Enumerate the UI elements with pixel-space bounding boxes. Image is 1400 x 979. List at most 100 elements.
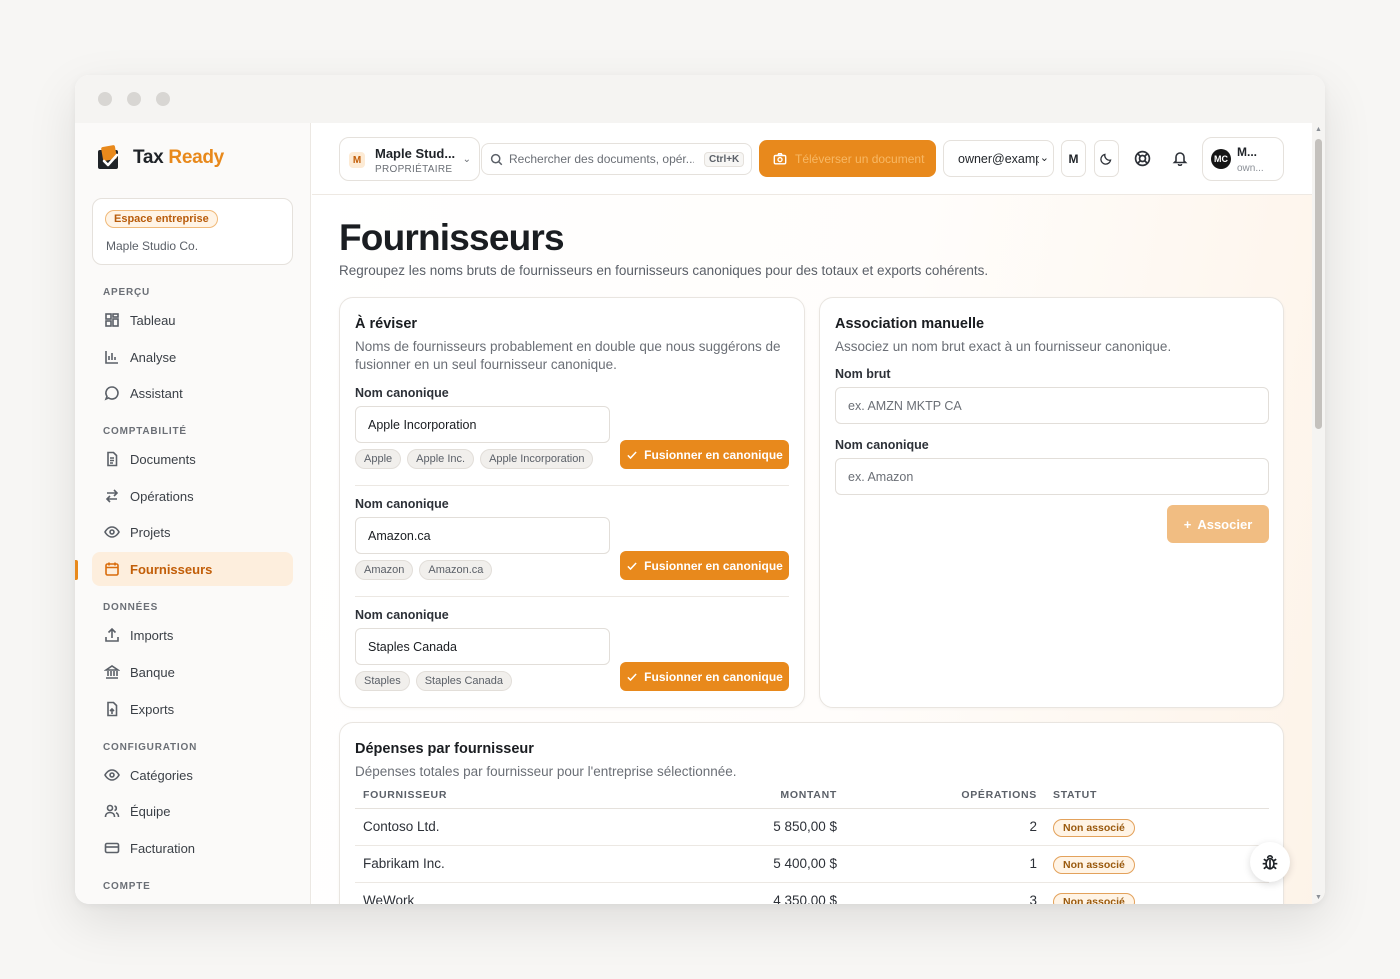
- associate-label: Associer: [1197, 516, 1253, 532]
- notifications-button[interactable]: [1170, 148, 1190, 168]
- app-name: Tax Ready: [133, 147, 224, 169]
- profile-menu[interactable]: MC M... own...: [1202, 137, 1284, 181]
- raw-name-label: Nom brut: [835, 367, 891, 381]
- sidebar-item-label: Exports: [130, 701, 175, 717]
- company-switcher[interactable]: M Maple Stud... PROPRIÉTAIRE ⌄: [339, 137, 480, 181]
- check-icon: [627, 561, 637, 570]
- canonical-name-input[interactable]: Amazon.ca: [355, 517, 610, 554]
- sidebar-item-label: Assistant: [130, 385, 183, 401]
- sidebar-item-operations[interactable]: Opérations: [92, 479, 293, 513]
- associate-button[interactable]: + Associer: [1167, 505, 1269, 543]
- app-name-accent: Ready: [168, 147, 224, 168]
- eye-icon: [104, 526, 120, 538]
- window-close-dot[interactable]: [98, 92, 112, 106]
- canonical-name-input[interactable]: ex. Amazon: [835, 458, 1269, 495]
- sidebar-item-label: Opérations: [130, 488, 194, 504]
- sidebar-item-label: Documents: [130, 451, 196, 467]
- column-header-vendor[interactable]: FOURNISSEUR: [355, 783, 685, 809]
- avatar: MC: [1211, 149, 1231, 169]
- language-toggle[interactable]: M: [1061, 140, 1086, 177]
- canonical-name-label: Nom canonique: [835, 438, 929, 452]
- scroll-down-arrow-icon[interactable]: ▼: [1315, 894, 1322, 901]
- sidebar-item-assistant[interactable]: Assistant: [92, 376, 293, 410]
- search-input[interactable]: Rechercher des documents, opér... Ctrl+K: [481, 143, 752, 175]
- chat-bubble-icon: [104, 386, 119, 401]
- moon-icon: [1100, 153, 1112, 165]
- variant-chip: Staples Canada: [415, 671, 512, 691]
- column-header-operations[interactable]: OPÉRATIONS: [845, 783, 1045, 809]
- sidebar-item-analyse[interactable]: Analyse: [92, 340, 293, 374]
- help-button[interactable]: [1132, 148, 1152, 168]
- enterprise-name: Maple Studio Co.: [106, 239, 199, 253]
- merge-canonical-button[interactable]: Fusionner en canonique: [620, 662, 789, 691]
- main-content: M Maple Stud... PROPRIÉTAIRE ⌄ Recherche…: [312, 123, 1325, 904]
- bell-icon: [1172, 152, 1188, 166]
- spend-description: Dépenses totales par fournisseur pour l'…: [355, 764, 737, 779]
- sidebar-item-facturation[interactable]: Facturation: [92, 831, 293, 865]
- status-cell: Non associé: [1045, 845, 1269, 883]
- sidebar-item-documents[interactable]: Documents: [92, 442, 293, 476]
- user-email-select[interactable]: owner@examp ⌄: [943, 140, 1054, 177]
- sidebar-item-projets[interactable]: Projets: [92, 515, 293, 549]
- table-row[interactable]: Fabrikam Inc. 5 400,00 $ 1 Non associé: [355, 845, 1269, 883]
- vendor-cell: Contoso Ltd.: [355, 808, 685, 846]
- sidebar-item-fournisseurs[interactable]: Fournisseurs: [92, 552, 293, 586]
- bar-chart-icon: [105, 351, 118, 364]
- scroll-up-arrow-icon[interactable]: ▲: [1315, 126, 1322, 133]
- enterprise-card[interactable]: Espace entreprise Maple Studio Co.: [92, 198, 293, 265]
- sidebar-item-tableau[interactable]: Tableau: [92, 303, 293, 337]
- sidebar-item-label: Projets: [130, 524, 171, 540]
- scrollbar-thumb[interactable]: [1315, 139, 1322, 429]
- sidebar-item-label: Catégories: [130, 767, 193, 783]
- upload-label: Téléverser un document: [795, 151, 925, 166]
- vertical-scrollbar[interactable]: ▲ ▼: [1312, 123, 1325, 904]
- chevron-down-icon: ⌄: [1038, 151, 1049, 164]
- table-row[interactable]: WeWork 4 350,00 $ 3 Non associé: [355, 882, 1269, 904]
- nav-section-donnees: DONNÉES: [103, 602, 159, 613]
- manual-description: Associez un nom brut exact à un fourniss…: [835, 339, 1172, 354]
- variant-chip: Apple Inc.: [407, 449, 475, 469]
- merge-label: Fusionner en canonique: [644, 558, 783, 573]
- sidebar-item-equipe[interactable]: Équipe: [92, 794, 293, 828]
- bug-icon: [1262, 854, 1278, 870]
- canonical-name-input[interactable]: Staples Canada: [355, 628, 610, 665]
- debug-button[interactable]: [1250, 842, 1290, 882]
- raw-name-input[interactable]: ex. AMZN MKTP CA: [835, 387, 1269, 424]
- merge-canonical-button[interactable]: Fusionner en canonique: [620, 440, 789, 469]
- merge-label: Fusionner en canonique: [644, 447, 783, 462]
- window-minimize-dot[interactable]: [127, 92, 141, 106]
- window-maximize-dot[interactable]: [156, 92, 170, 106]
- column-header-amount[interactable]: MONTANT: [685, 783, 845, 809]
- variant-chip: Amazon: [355, 560, 414, 580]
- users-icon: [104, 804, 120, 818]
- sidebar-item-categories[interactable]: Catégories: [92, 758, 293, 792]
- sidebar-item-label: Tableau: [130, 312, 176, 328]
- app-logo[interactable]: Tax Ready: [95, 143, 224, 173]
- operations-cell: 1: [845, 845, 1045, 883]
- variant-chip: Amazon.ca: [419, 560, 493, 580]
- column-header-status[interactable]: STATUT: [1045, 783, 1269, 809]
- sidebar-item-exports[interactable]: Exports: [92, 692, 293, 726]
- status-cell: Non associé: [1045, 882, 1269, 904]
- document-icon: [107, 451, 118, 467]
- window-titlebar: [75, 75, 1325, 123]
- vendor-cell: WeWork: [355, 882, 685, 904]
- manual-association-card: Association manuelle Associez un nom bru…: [819, 297, 1284, 708]
- table-row[interactable]: Contoso Ltd. 5 850,00 $ 2 Non associé: [355, 808, 1269, 846]
- upload-document-button[interactable]: Téléverser un document: [759, 140, 936, 177]
- merge-canonical-button[interactable]: Fusionner en canonique: [620, 551, 789, 580]
- sidebar-item-banque[interactable]: Banque: [92, 655, 293, 689]
- camera-icon: [773, 152, 787, 165]
- dashboard-icon: [105, 313, 119, 327]
- review-title: À réviser: [355, 316, 418, 332]
- company-avatar: M: [349, 152, 365, 168]
- amount-cell: 5 400,00 $: [685, 845, 845, 883]
- canonical-name-input[interactable]: Apple Incorporation: [355, 406, 610, 443]
- status-badge: Non associé: [1053, 856, 1135, 874]
- variant-chips: Apple Apple Inc. Apple Incorporation: [355, 449, 594, 469]
- sidebar-item-imports[interactable]: Imports: [92, 618, 293, 652]
- theme-toggle[interactable]: [1094, 140, 1119, 177]
- operations-cell: 3: [845, 882, 1045, 904]
- sidebar-item-label: Imports: [130, 627, 174, 643]
- search-shortcut: Ctrl+K: [704, 151, 745, 167]
